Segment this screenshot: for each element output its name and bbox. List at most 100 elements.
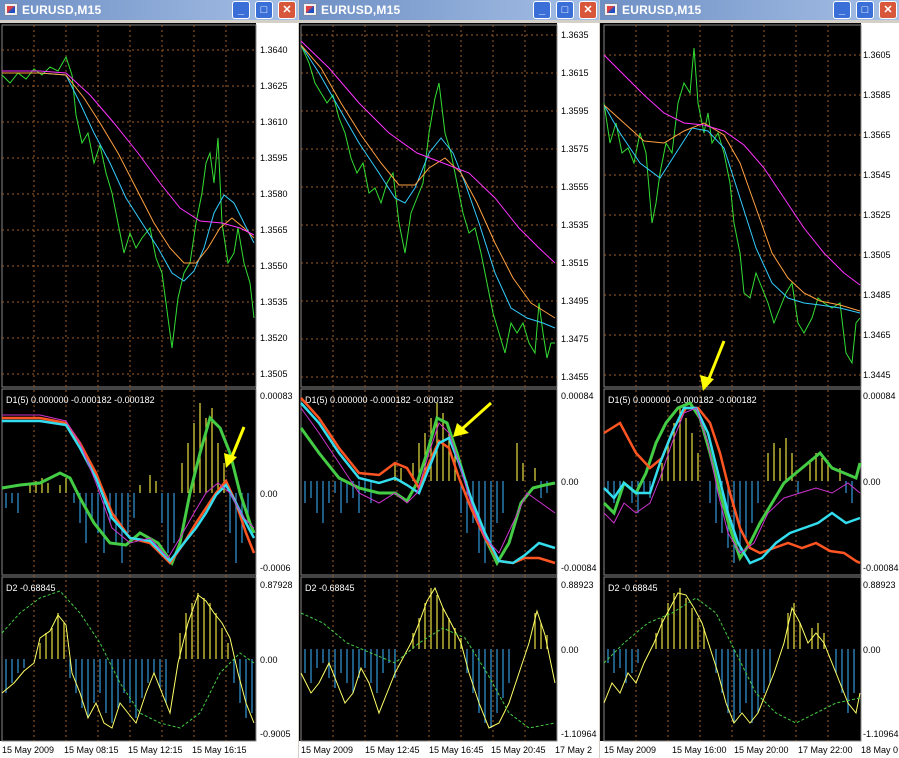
d1-tick: 0.00084: [561, 391, 594, 401]
price-tick: 1.3585: [863, 90, 891, 100]
d1-cyan-line: [300, 402, 556, 565]
d2-dashed-line: [300, 612, 556, 729]
price-tick: 1.3595: [260, 153, 288, 163]
d2-yellow-line: [603, 592, 861, 724]
d1-green-line: [299, 415, 556, 567]
d2-tick: -1.10964: [561, 729, 597, 739]
price-line: [300, 44, 555, 359]
chart-svg[interactable]: 1.3635 1.3615 1.3595 1.3575 1.3555 1.353…: [299, 23, 599, 758]
d2-tick: 0.88923: [561, 580, 594, 590]
chart-window-icon: [604, 3, 618, 16]
price-grid: [604, 25, 861, 741]
minimize-button[interactable]: _: [833, 1, 851, 19]
d1-indicator-label: D1(5) 0.000000 -0.000182 -0.000182: [608, 395, 757, 405]
d2-histogram: [5, 593, 253, 723]
d2-indicator-label: D2 -0.68845: [608, 583, 658, 593]
d1-tick: 0.00083: [260, 391, 293, 401]
maximize-button[interactable]: □: [255, 1, 273, 19]
price-tick: 1.3445: [863, 370, 891, 380]
price-tick: 1.3565: [863, 130, 891, 140]
chart-area[interactable]: 1.3640 1.3625 1.3610 1.3595 1.3580 1.356…: [0, 23, 298, 758]
d2-indicator-label: D2 -0.68845: [305, 583, 355, 593]
signal-arrow-icon: [453, 401, 493, 437]
price-tick: 1.3545: [863, 170, 891, 180]
d2-tick: 0.88923: [863, 580, 896, 590]
d2-tick: 0.00: [561, 645, 579, 655]
chart-window-3[interactable]: EURUSD,M15 _ □ ✕ 1.3605 1.3585 1.3565 1.…: [600, 0, 899, 758]
price-line: [1, 55, 255, 349]
price-tick: 1.3475: [561, 334, 589, 344]
price-tick: 1.3515: [561, 258, 589, 268]
date-tick: 15 May 16:15: [192, 745, 247, 755]
price-tick: 1.3505: [863, 250, 891, 260]
window-title: EURUSD,M15: [622, 3, 702, 17]
price-tick: 1.3580: [260, 189, 288, 199]
chart-area[interactable]: 1.3635 1.3615 1.3595 1.3575 1.3555 1.353…: [299, 23, 599, 758]
chart-svg[interactable]: 1.3640 1.3625 1.3610 1.3595 1.3580 1.356…: [0, 23, 298, 758]
date-tick: 15 May 16:00: [672, 745, 727, 755]
price-tick: 1.3605: [863, 50, 891, 60]
ma-slow-line: [300, 40, 556, 264]
maximize-button[interactable]: □: [556, 1, 574, 19]
maximize-button[interactable]: □: [856, 1, 874, 19]
ma-mid-line: [300, 44, 556, 319]
d1-histogram: [607, 408, 853, 563]
date-tick: 15 May 2009: [604, 745, 656, 755]
date-tick: 17 May 22:00: [798, 745, 853, 755]
price-tick: 1.3550: [260, 261, 288, 271]
chart-window-icon: [4, 3, 18, 16]
date-tick: 15 May 20:00: [734, 745, 789, 755]
minimize-button[interactable]: _: [533, 1, 551, 19]
price-tick: 1.3615: [561, 68, 589, 78]
price-tick: 1.3520: [260, 333, 288, 343]
close-button[interactable]: ✕: [278, 1, 296, 19]
price-tick: 1.3505: [260, 369, 288, 379]
date-tick: 15 May 20:45: [491, 745, 546, 755]
chart-area[interactable]: 1.3605 1.3585 1.3565 1.3545 1.3525 1.350…: [600, 23, 899, 758]
title-bar[interactable]: EURUSD,M15 _ □ ✕: [0, 0, 298, 20]
title-bar[interactable]: EURUSD,M15 _ □ ✕: [299, 0, 599, 20]
close-button[interactable]: ✕: [879, 1, 897, 19]
price-tick: 1.3535: [561, 220, 589, 230]
chart-svg[interactable]: 1.3605 1.3585 1.3565 1.3545 1.3525 1.350…: [600, 23, 899, 758]
d1-indicator-label: D1(5) 0.000000 -0.000182 -0.000182: [305, 395, 454, 405]
d2-dashed-line: [1, 590, 255, 729]
d1-tick: 0.00: [863, 477, 881, 487]
window-title: EURUSD,M15: [321, 3, 401, 17]
price-axis: 1.3605 1.3585 1.3565 1.3545 1.3525 1.350…: [863, 50, 891, 380]
date-tick: 15 May 2009: [2, 745, 54, 755]
ma-fast-line: [2, 72, 255, 282]
chart-window-icon: [303, 3, 317, 16]
d2-tick: 0.00: [863, 645, 881, 655]
d2-tick: -0.9005: [260, 729, 291, 739]
price-tick: 1.3625: [260, 81, 288, 91]
price-tick: 1.3455: [561, 372, 589, 382]
price-tick: 1.3595: [561, 106, 589, 116]
d1-indicator-label: D1(5) 0.000000 -0.000182 -0.000182: [6, 395, 155, 405]
d1-tick: -0.00084: [561, 563, 597, 573]
chart-window-1[interactable]: EURUSD,M15 _ □ ✕ 1.3640 1.3625 1.3610 1.…: [0, 0, 298, 758]
price-grid: [2, 25, 256, 741]
d1-tick: 0.00084: [863, 391, 896, 401]
price-tick: 1.3565: [260, 225, 288, 235]
date-tick: 18 May 0: [861, 745, 898, 755]
d1-tick: 0.00: [260, 489, 278, 499]
signal-arrow-icon: [700, 340, 726, 391]
minimize-button[interactable]: _: [232, 1, 250, 19]
d2-tick: 0.00: [260, 655, 278, 665]
d2-yellow-line: [1, 594, 255, 729]
chart-window-2[interactable]: EURUSD,M15 _ □ ✕ 1.3635 1.3615 1.3595 1.…: [299, 0, 599, 758]
date-tick: 15 May 08:15: [64, 745, 119, 755]
d2-tick: 0.87928: [260, 580, 293, 590]
price-tick: 1.3635: [561, 30, 589, 40]
title-bar[interactable]: EURUSD,M15 _ □ ✕: [600, 0, 899, 20]
d2-histogram: [304, 588, 548, 728]
window-title: EURUSD,M15: [22, 3, 102, 17]
close-button[interactable]: ✕: [579, 1, 597, 19]
price-tick: 1.3610: [260, 117, 288, 127]
price-tick: 1.3485: [863, 290, 891, 300]
price-tick: 1.3525: [863, 210, 891, 220]
price-tick: 1.3640: [260, 45, 288, 55]
price-tick: 1.3495: [561, 296, 589, 306]
d1-tick: -0.00084: [863, 563, 899, 573]
